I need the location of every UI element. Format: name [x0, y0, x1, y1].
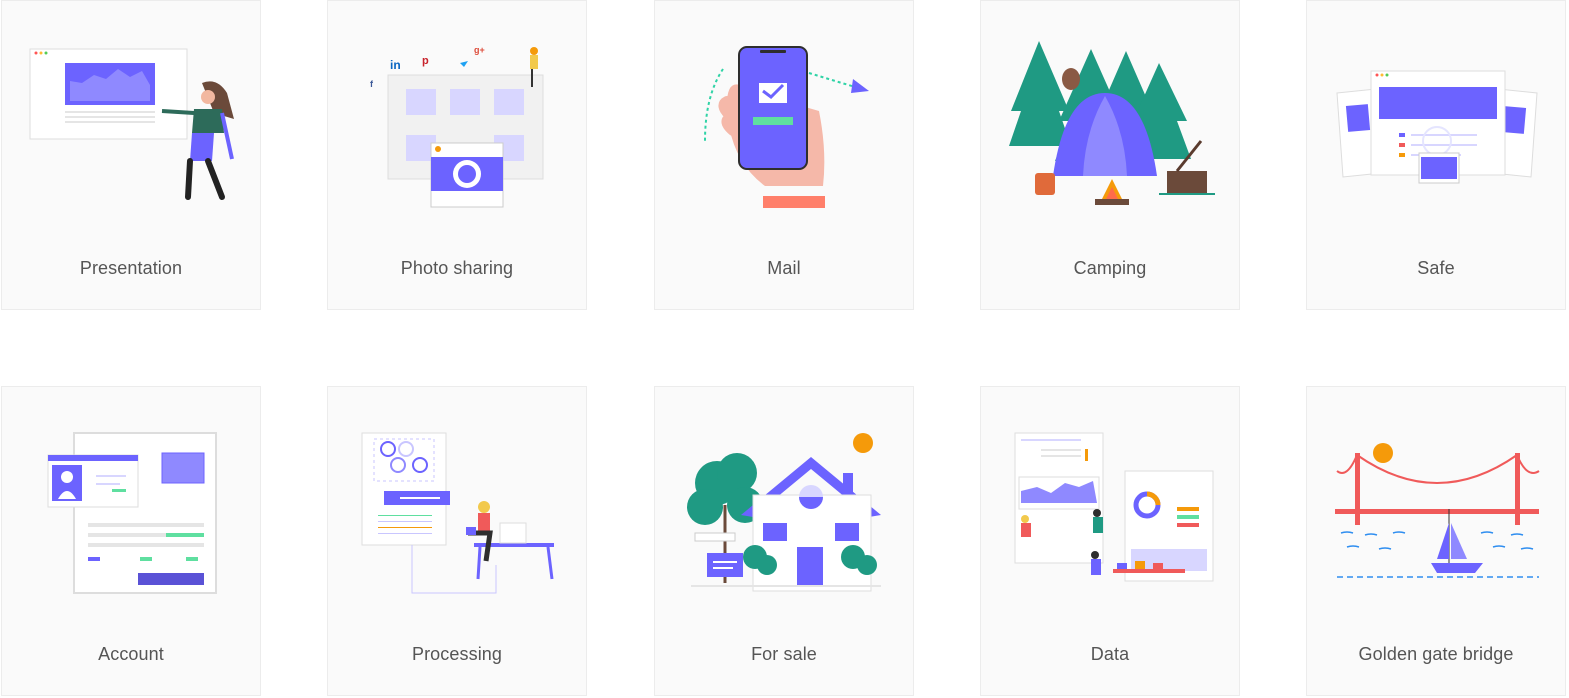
card-label: For sale — [751, 644, 817, 664]
card-label: Account — [98, 644, 164, 664]
gallery-card-mail[interactable]: Mail — [654, 0, 914, 310]
google-plus-icon: g+ — [474, 45, 485, 55]
gallery-card-account[interactable]: Account — [1, 386, 261, 696]
account-illustration-icon — [47, 432, 217, 594]
gallery-card-presentation[interactable]: Presentation — [1, 0, 261, 310]
card-label: Data — [1090, 644, 1130, 664]
card-label: Camping — [1073, 258, 1147, 278]
for-sale-illustration-icon — [687, 433, 881, 592]
data-illustration-icon — [1014, 432, 1214, 582]
gallery-card-golden-gate-bridge[interactable]: Golden gate bridge — [1306, 386, 1566, 696]
card-label: Photo sharing — [400, 258, 514, 278]
photo-sharing-illustration-icon: in p g+ f — [370, 45, 544, 208]
facebook-icon: f — [370, 79, 374, 89]
gallery-card-processing[interactable]: Processing — [327, 386, 587, 696]
twitter-icon — [460, 61, 468, 67]
gallery-card-camping[interactable]: Camping — [980, 0, 1240, 310]
card-label: Golden gate bridge — [1358, 644, 1514, 664]
camping-illustration-icon — [1009, 41, 1215, 205]
safe-illustration-icon — [1336, 70, 1538, 184]
card-label: Safe — [1417, 258, 1455, 278]
illustration-gallery: Presentation in p g+ f Photo sharing Mai… — [0, 0, 1569, 698]
gallery-card-photo-sharing[interactable]: in p g+ f Photo sharing — [327, 0, 587, 310]
gallery-card-for-sale[interactable]: For sale — [654, 386, 914, 696]
pinterest-icon: p — [422, 55, 429, 67]
presentation-illustration-icon — [29, 48, 234, 200]
card-label: Processing — [411, 644, 503, 664]
card-label: Mail — [767, 258, 801, 278]
gallery-card-safe[interactable]: Safe — [1306, 0, 1566, 310]
golden-gate-bridge-illustration-icon — [1335, 443, 1540, 578]
card-label: Presentation — [79, 258, 183, 278]
processing-illustration-icon — [361, 432, 554, 594]
gallery-card-data[interactable]: Data — [980, 386, 1240, 696]
linkedin-icon: in — [390, 58, 401, 72]
mail-illustration-icon — [704, 46, 869, 208]
